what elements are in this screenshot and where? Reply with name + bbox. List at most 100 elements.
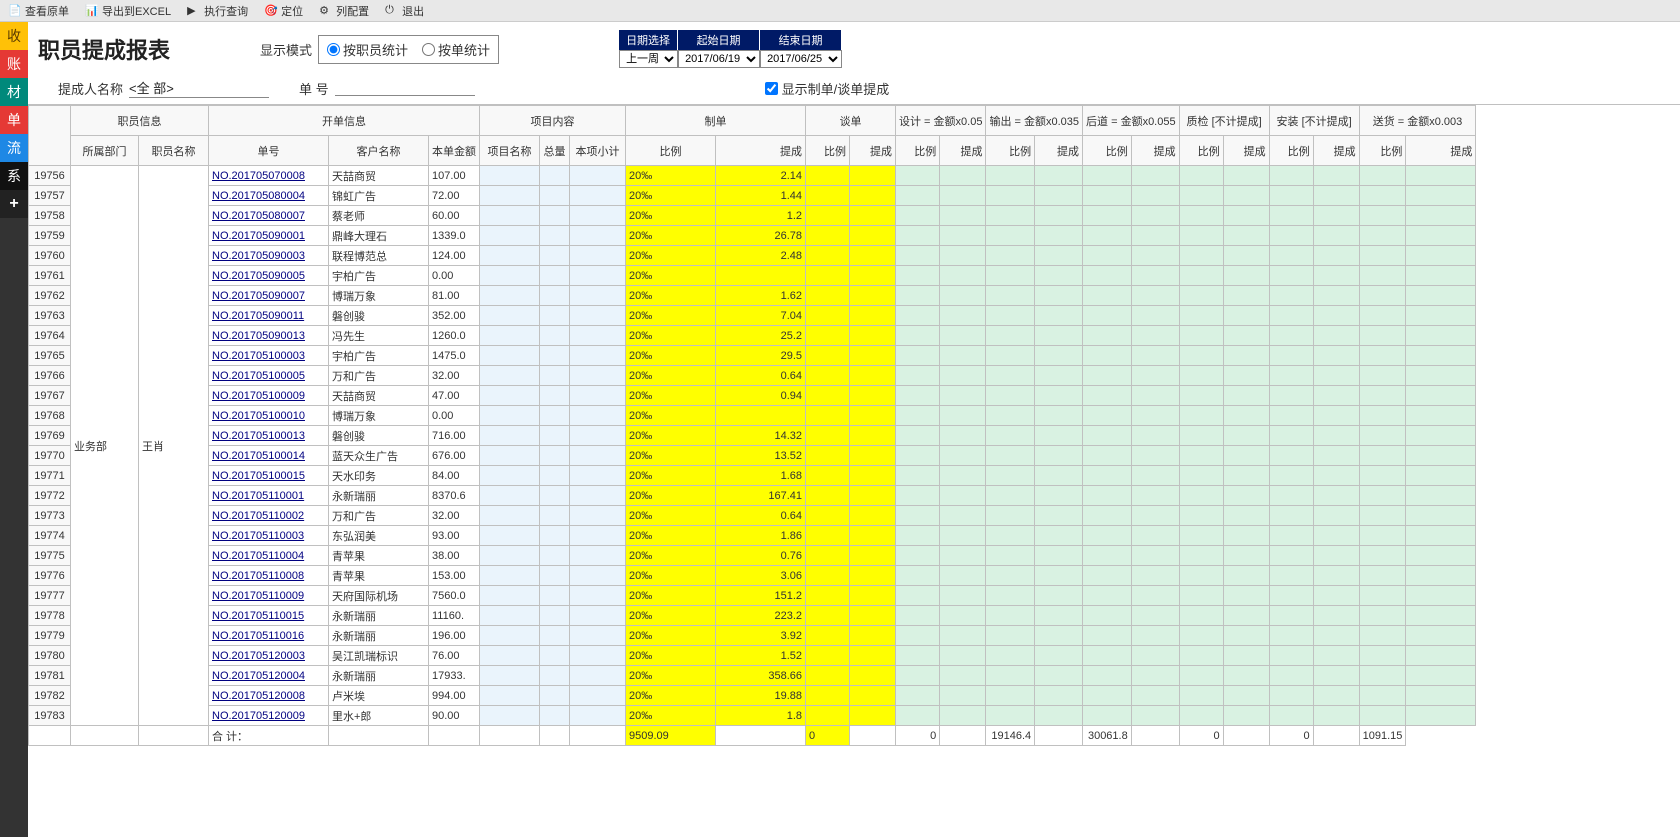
cell-install-ratio <box>1269 506 1313 526</box>
table-row[interactable]: 19774 NO.201705110003 东弘润美 93.00 20‰ 1.8… <box>29 526 1476 546</box>
sidebar-item-add[interactable]: + <box>0 190 28 218</box>
cell-order[interactable]: NO.201705100013 <box>209 426 329 446</box>
table-row[interactable]: 19780 NO.201705120003 吴江凯瑞标识 76.00 20‰ 1… <box>29 646 1476 666</box>
column-config-button[interactable]: ⚙列配置 <box>315 2 373 20</box>
table-row[interactable]: 19771 NO.201705100015 天水印务 84.00 20‰ 1.6… <box>29 466 1476 486</box>
cell-make-comm: 29.5 <box>716 346 806 366</box>
mode-by-employee[interactable]: 按职员统计 <box>327 40 408 59</box>
table-row[interactable]: 19768 NO.201705100010 博瑞万象 0.00 20‰ <box>29 406 1476 426</box>
mode-order-radio[interactable] <box>422 43 435 56</box>
header-install-comm: 提成 <box>1313 136 1359 166</box>
cell-order[interactable]: NO.201705110009 <box>209 586 329 606</box>
table-row[interactable]: 19773 NO.201705110002 万和广告 32.00 20‰ 0.6… <box>29 506 1476 526</box>
exit-button[interactable]: ⏻退出 <box>381 2 428 20</box>
table-row[interactable]: 19778 NO.201705110015 永新瑞丽 11160. 20‰ 22… <box>29 606 1476 626</box>
table-row[interactable]: 19766 NO.201705100005 万和广告 32.00 20‰ 0.6… <box>29 366 1476 386</box>
cell-order[interactable]: NO.201705120009 <box>209 706 329 726</box>
cell-qc-ratio <box>1179 366 1223 386</box>
cell-order[interactable]: NO.201705120008 <box>209 686 329 706</box>
start-date-select[interactable]: 2017/06/19 <box>678 50 760 68</box>
cell-order[interactable]: NO.201705110001 <box>209 486 329 506</box>
cell-output-comm <box>1035 486 1083 506</box>
cell-order[interactable]: NO.201705100015 <box>209 466 329 486</box>
table-row[interactable]: 19775 NO.201705110004 青苹果 38.00 20‰ 0.76 <box>29 546 1476 566</box>
table-row[interactable]: 19772 NO.201705110001 永新瑞丽 8370.6 20‰ 16… <box>29 486 1476 506</box>
table-row[interactable]: 19756 业务部王肖 NO.201705070008 天喆商贸 107.00 … <box>29 166 1476 186</box>
table-row[interactable]: 19761 NO.201705090005 宇柏广告 0.00 20‰ <box>29 266 1476 286</box>
table-row[interactable]: 19769 NO.201705100013 磐创骏 716.00 20‰ 14.… <box>29 426 1476 446</box>
table-row[interactable]: 19765 NO.201705100003 宇柏广告 1475.0 20‰ 29… <box>29 346 1476 366</box>
table-row[interactable]: 19762 NO.201705090007 博瑞万象 81.00 20‰ 1.6… <box>29 286 1476 306</box>
cell-order[interactable]: NO.201705090005 <box>209 266 329 286</box>
cell-delivery-ratio <box>1359 526 1406 546</box>
cell-delivery-comm <box>1406 166 1476 186</box>
table-row[interactable]: 19783 NO.201705120009 里水+郎 90.00 20‰ 1.8 <box>29 706 1476 726</box>
sidebar-item-3[interactable]: 单 <box>0 106 28 134</box>
cell-order[interactable]: NO.201705110015 <box>209 606 329 626</box>
cell-order[interactable]: NO.201705110008 <box>209 566 329 586</box>
table-row[interactable]: 19781 NO.201705120004 永新瑞丽 17933. 20‰ 35… <box>29 666 1476 686</box>
cell-design-comm <box>940 386 986 406</box>
cell-delivery-ratio <box>1359 546 1406 566</box>
table-row[interactable]: 19758 NO.201705080007 蔡老师 60.00 20‰ 1.2 <box>29 206 1476 226</box>
cell-order[interactable]: NO.201705110003 <box>209 526 329 546</box>
table-row[interactable]: 19776 NO.201705110008 青苹果 153.00 20‰ 3.0… <box>29 566 1476 586</box>
locate-button[interactable]: 🎯定位 <box>260 2 307 20</box>
table-row[interactable]: 19760 NO.201705090003 联程博范总 124.00 20‰ 2… <box>29 246 1476 266</box>
sidebar-item-2[interactable]: 材 <box>0 78 28 106</box>
sidebar-item-0[interactable]: 收 <box>0 22 28 50</box>
sidebar-item-5[interactable]: 系 <box>0 162 28 190</box>
cell-order[interactable]: NO.201705120003 <box>209 646 329 666</box>
sidebar-item-1[interactable]: 账 <box>0 50 28 78</box>
table-row[interactable]: 19757 NO.201705080004 锦虹广告 72.00 20‰ 1.4… <box>29 186 1476 206</box>
cell-order[interactable]: NO.201705100005 <box>209 366 329 386</box>
cell-order[interactable]: NO.201705110004 <box>209 546 329 566</box>
cell-order[interactable]: NO.201705100003 <box>209 346 329 366</box>
column-config-label: 列配置 <box>336 3 369 19</box>
export-excel-button[interactable]: 📊导出到EXCEL <box>81 2 175 20</box>
name-filter-value[interactable]: <全 部> <box>129 78 269 98</box>
cell-order[interactable]: NO.201705090013 <box>209 326 329 346</box>
cell-order[interactable]: NO.201705100014 <box>209 446 329 466</box>
cell-talk-comm <box>850 366 896 386</box>
table-row[interactable]: 19782 NO.201705120008 卢米埃 994.00 20‰ 19.… <box>29 686 1476 706</box>
table-row[interactable]: 19779 NO.201705110016 永新瑞丽 196.00 20‰ 3.… <box>29 626 1476 646</box>
cell-order[interactable]: NO.201705080007 <box>209 206 329 226</box>
show-commission-checkbox[interactable]: 显示制单/谈单提成 <box>765 79 890 98</box>
mode-by-order[interactable]: 按单统计 <box>422 40 490 59</box>
cell-total <box>540 366 570 386</box>
mode-employee-radio[interactable] <box>327 43 340 56</box>
cell-talk-comm <box>850 346 896 366</box>
cell-order[interactable]: NO.201705090007 <box>209 286 329 306</box>
cell-order[interactable]: NO.201705120004 <box>209 666 329 686</box>
table-row[interactable]: 19770 NO.201705100014 蓝天众生广告 676.00 20‰ … <box>29 446 1476 466</box>
date-range-select[interactable]: 上一周 <box>619 50 678 68</box>
cell-sub <box>570 626 626 646</box>
run-query-button[interactable]: ▶执行查询 <box>183 2 252 20</box>
cell-order[interactable]: NO.201705090003 <box>209 246 329 266</box>
cell-order[interactable]: NO.201705110002 <box>209 506 329 526</box>
table-row[interactable]: 19759 NO.201705090001 鼎峰大理石 1339.0 20‰ 2… <box>29 226 1476 246</box>
view-original-button[interactable]: 📄查看原单 <box>4 2 73 20</box>
cell-make-ratio: 20‰ <box>626 226 716 246</box>
cell-talk-comm <box>850 606 896 626</box>
cell-order[interactable]: NO.201705110016 <box>209 626 329 646</box>
cell-make-ratio: 20‰ <box>626 426 716 446</box>
table-row[interactable]: 19763 NO.201705090011 磐创骏 352.00 20‰ 7.0… <box>29 306 1476 326</box>
data-grid[interactable]: 职员信息 开单信息 项目内容 制单 谈单 设计 = 金额x0.05 输出 = 金… <box>28 104 1680 837</box>
table-row[interactable]: 19764 NO.201705090013 冯先生 1260.0 20‰ 25.… <box>29 326 1476 346</box>
end-date-select[interactable]: 2017/06/25 <box>760 50 842 68</box>
table-row[interactable]: 19767 NO.201705100009 天喆商贸 47.00 20‰ 0.9… <box>29 386 1476 406</box>
cell-rownum: 19781 <box>29 666 71 686</box>
cell-order[interactable]: NO.201705080004 <box>209 186 329 206</box>
cell-output-comm <box>1035 426 1083 446</box>
order-filter-input[interactable] <box>335 81 475 96</box>
cell-order[interactable]: NO.201705090011 <box>209 306 329 326</box>
sidebar-item-4[interactable]: 流 <box>0 134 28 162</box>
cell-order[interactable]: NO.201705070008 <box>209 166 329 186</box>
cell-order[interactable]: NO.201705100009 <box>209 386 329 406</box>
cell-order[interactable]: NO.201705100010 <box>209 406 329 426</box>
cell-order[interactable]: NO.201705090001 <box>209 226 329 246</box>
table-row[interactable]: 19777 NO.201705110009 天府国际机场 7560.0 20‰ … <box>29 586 1476 606</box>
show-commission-input[interactable] <box>765 82 778 95</box>
